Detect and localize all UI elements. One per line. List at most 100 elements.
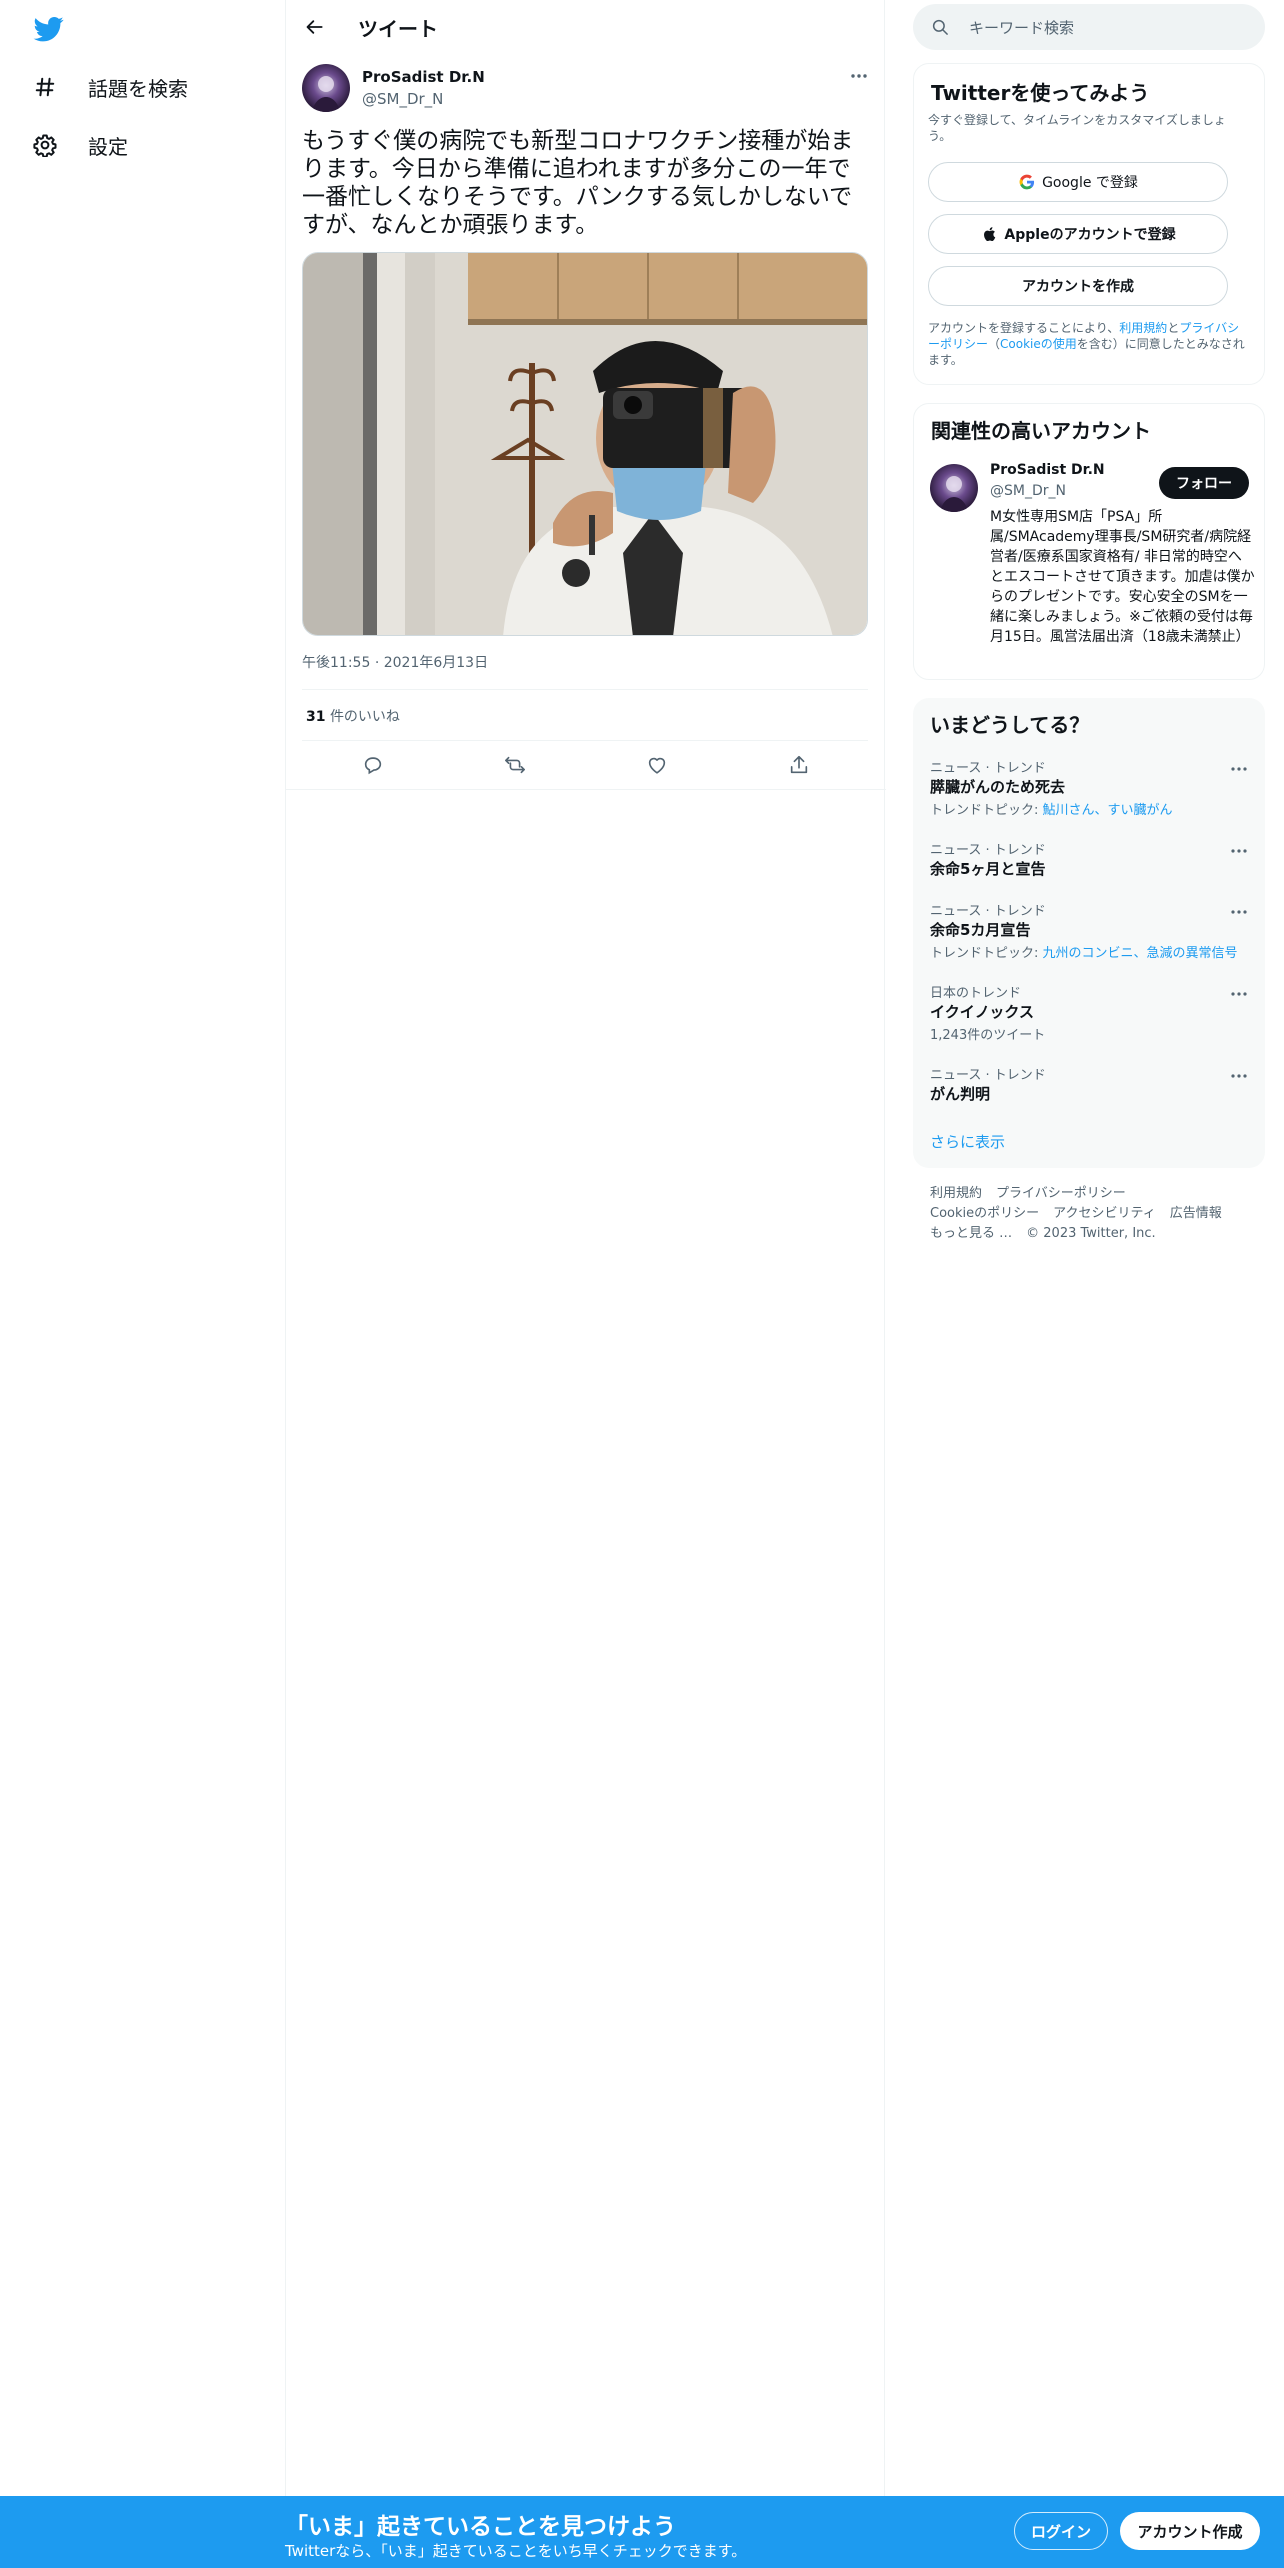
trend-category: 日本のトレンド (930, 986, 1022, 1001)
divider (302, 689, 868, 690)
divider (286, 789, 886, 790)
search-bar[interactable]: キーワード検索 (913, 4, 1265, 50)
search-input[interactable]: キーワード検索 (969, 17, 1074, 38)
related-account-bio: M女性専用SM店「PSA」所属/SMAcademy理事長/SM研究者/病院経営者… (990, 509, 1255, 645)
search-icon (931, 18, 949, 36)
tweet-time: 午後11:55 (302, 655, 371, 671)
trends-card: いまどうしてる？ ニュース · トレンド 膵臓がんのため死去 トレンドトピック:… (913, 698, 1265, 1168)
google-signup-button[interactable]: Google で登録 (928, 162, 1228, 202)
avatar[interactable] (930, 464, 978, 512)
related-card-title: 関連性の高いアカウント (931, 419, 1151, 443)
more-options-icon[interactable] (1227, 759, 1251, 779)
signup-button[interactable]: アカウント作成 (1120, 2512, 1260, 2550)
cookie-link[interactable]: Cookieの使用 (1000, 337, 1077, 351)
tweet-text: もうすぐ僕の病院でも新型コロナワクチン接種が始まります。今日から準備に追われます… (302, 128, 854, 238)
legal-prefix: アカウントを登録することにより、 (928, 321, 1120, 335)
signup-card-title: Twitterを使ってみよう (931, 81, 1150, 105)
create-account-button[interactable]: アカウントを作成 (928, 266, 1228, 306)
back-arrow-icon[interactable] (298, 10, 332, 44)
trend-item[interactable]: ニュース · トレンド 余命5カ月宣告 トレンドトピック: 九州のコンビニ、急減… (913, 900, 1265, 970)
trend-item[interactable]: ニュース · トレンド 膵臓がんのため死去 トレンドトピック: 鮎川さん、すい臓… (913, 757, 1265, 827)
footer-copyright: © 2023 Twitter, Inc. (1026, 1226, 1156, 1241)
terms-link[interactable]: 利用規約 (1119, 321, 1167, 335)
related-accounts-card: 関連性の高いアカウント ProSadist Dr.N @SM_Dr_N フォロー… (913, 403, 1265, 680)
trend-name: 余命5ヶ月と宣告 (930, 860, 1046, 878)
legal-notice: アカウントを登録することにより、利用規約とプライバシーポリシー（Cookieの使… (928, 320, 1248, 368)
avatar[interactable] (302, 64, 350, 112)
banner-title: 「いま」起きていることを見つけよう (285, 2514, 676, 2540)
trend-topic: トレンドトピック: 鮎川さん、すい臓がん (930, 799, 1173, 818)
more-options-icon[interactable] (1227, 902, 1251, 922)
hashtag-icon (32, 74, 58, 100)
footer-terms-link[interactable]: 利用規約 (930, 1186, 982, 1201)
like-icon[interactable] (640, 750, 674, 780)
related-account-handle[interactable]: @SM_Dr_N (990, 483, 1066, 499)
likes-count[interactable]: 31 件のいいね (306, 706, 400, 726)
google-icon (1018, 173, 1036, 191)
follow-button[interactable]: フォロー (1159, 467, 1249, 499)
more-options-icon[interactable] (844, 64, 874, 88)
trend-name: イクイノックス (930, 1003, 1034, 1021)
trends-title: いまどうしてる？ (930, 713, 1090, 737)
trend-category: ニュース · トレンド (930, 843, 1046, 858)
trend-topic: トレンドトピック: 九州のコンビニ、急減の異常信号 (930, 942, 1238, 961)
create-account-label: アカウントを作成 (1022, 279, 1134, 295)
trend-name: 膵臓がんのため死去 (930, 778, 1066, 796)
trend-name: がん判明 (930, 1085, 991, 1103)
more-options-icon[interactable] (1227, 1066, 1251, 1086)
trend-topic-link[interactable]: 九州のコンビニ、急減の異常信号 (1043, 946, 1238, 961)
trend-category: ニュース · トレンド (930, 1068, 1046, 1083)
footer-ads-link[interactable]: 広告情報 (1170, 1206, 1222, 1221)
author-handle[interactable]: @SM_Dr_N (362, 90, 443, 108)
sidebar-item-settings[interactable]: 設定 (32, 125, 128, 165)
footer-links: 利用規約 プライバシーポリシー Cookieのポリシー アクセシビリティ 広告情報 も… (930, 1184, 1260, 1244)
trend-item[interactable]: ニュース · トレンド がん判明 (913, 1064, 1265, 1114)
author-name[interactable]: ProSadist Dr.N (362, 68, 485, 86)
footer-privacy-link[interactable]: プライバシーポリシー (996, 1186, 1126, 1201)
google-signup-label: Google で登録 (1042, 175, 1138, 191)
trend-topic-link[interactable]: 鮎川さん、すい臓がん (1043, 803, 1173, 818)
retweet-icon[interactable] (498, 750, 532, 780)
footer-cookie-link[interactable]: Cookieのポリシー (930, 1206, 1039, 1221)
sidebar-item-label: 話題を検索 (88, 76, 188, 101)
twitter-bird-icon[interactable] (32, 14, 66, 44)
sidebar-item-label: 設定 (88, 134, 128, 159)
page-header: ツイート (286, 0, 886, 53)
trend-item[interactable]: 日本のトレンド イクイノックス 1,243件のツイート (913, 982, 1265, 1052)
related-account-name[interactable]: ProSadist Dr.N (990, 462, 1105, 478)
left-sidebar: 話題を検索 設定 (0, 0, 285, 2568)
apple-icon (980, 225, 998, 243)
trend-name: 余命5カ月宣告 (930, 921, 1031, 939)
reply-icon[interactable] (356, 750, 390, 780)
apple-signup-button[interactable]: Appleのアカウントで登録 (928, 214, 1228, 254)
show-more-link[interactable]: さらに表示 (930, 1131, 1005, 1152)
login-button[interactable]: ログイン (1014, 2512, 1108, 2550)
trend-item[interactable]: ニュース · トレンド 余命5ヶ月と宣告 (913, 839, 1265, 889)
page-title: ツイート (358, 17, 438, 41)
more-options-icon[interactable] (1227, 841, 1251, 861)
banner-subtitle: Twitterなら、「いま」起きていることをいち早くチェックできます。 (285, 2542, 747, 2560)
legal-and: と (1167, 321, 1180, 335)
sidebar-item-explore[interactable]: 話題を検索 (32, 67, 188, 107)
footer-more-link[interactable]: もっと見る … (930, 1226, 1012, 1241)
trend-topic-prefix: トレンドトピック: (930, 946, 1043, 961)
legal-open: （ (988, 337, 1001, 351)
divider (302, 740, 868, 741)
tweet-date: 2021年6月13日 (383, 655, 489, 671)
apple-signup-label: Appleのアカウントで登録 (1004, 227, 1176, 243)
main-column: ツイート ProSadist Dr.N @SM_Dr_N もうすぐ僕の病院でも新… (285, 0, 886, 2496)
trend-category: ニュース · トレンド (930, 761, 1046, 776)
share-icon[interactable] (782, 750, 816, 780)
signup-card-subtitle: 今すぐ登録して、タイムラインをカスタマイズしましょう。 (928, 113, 1226, 143)
trend-tweet-count: 1,243件のツイート (930, 1028, 1046, 1043)
tweet-timestamp[interactable]: 午後11:55 · 2021年6月13日 (302, 652, 488, 672)
signup-banner: 「いま」起きていることを見つけよう Twitterなら、「いま」起きていることを… (0, 2496, 1284, 2568)
likes-label: 件のいいね (329, 709, 400, 725)
tweet-photo[interactable] (302, 252, 868, 636)
gear-icon (32, 132, 58, 158)
footer-accessibility-link[interactable]: アクセシビリティ (1053, 1206, 1156, 1221)
signup-card: Twitterを使ってみよう 今すぐ登録して、タイムラインをカスタマイズしましょ… (913, 63, 1265, 385)
trend-topic-prefix: トレンドトピック: (930, 803, 1043, 818)
likes-number: 31 (306, 709, 326, 725)
more-options-icon[interactable] (1227, 984, 1251, 1004)
